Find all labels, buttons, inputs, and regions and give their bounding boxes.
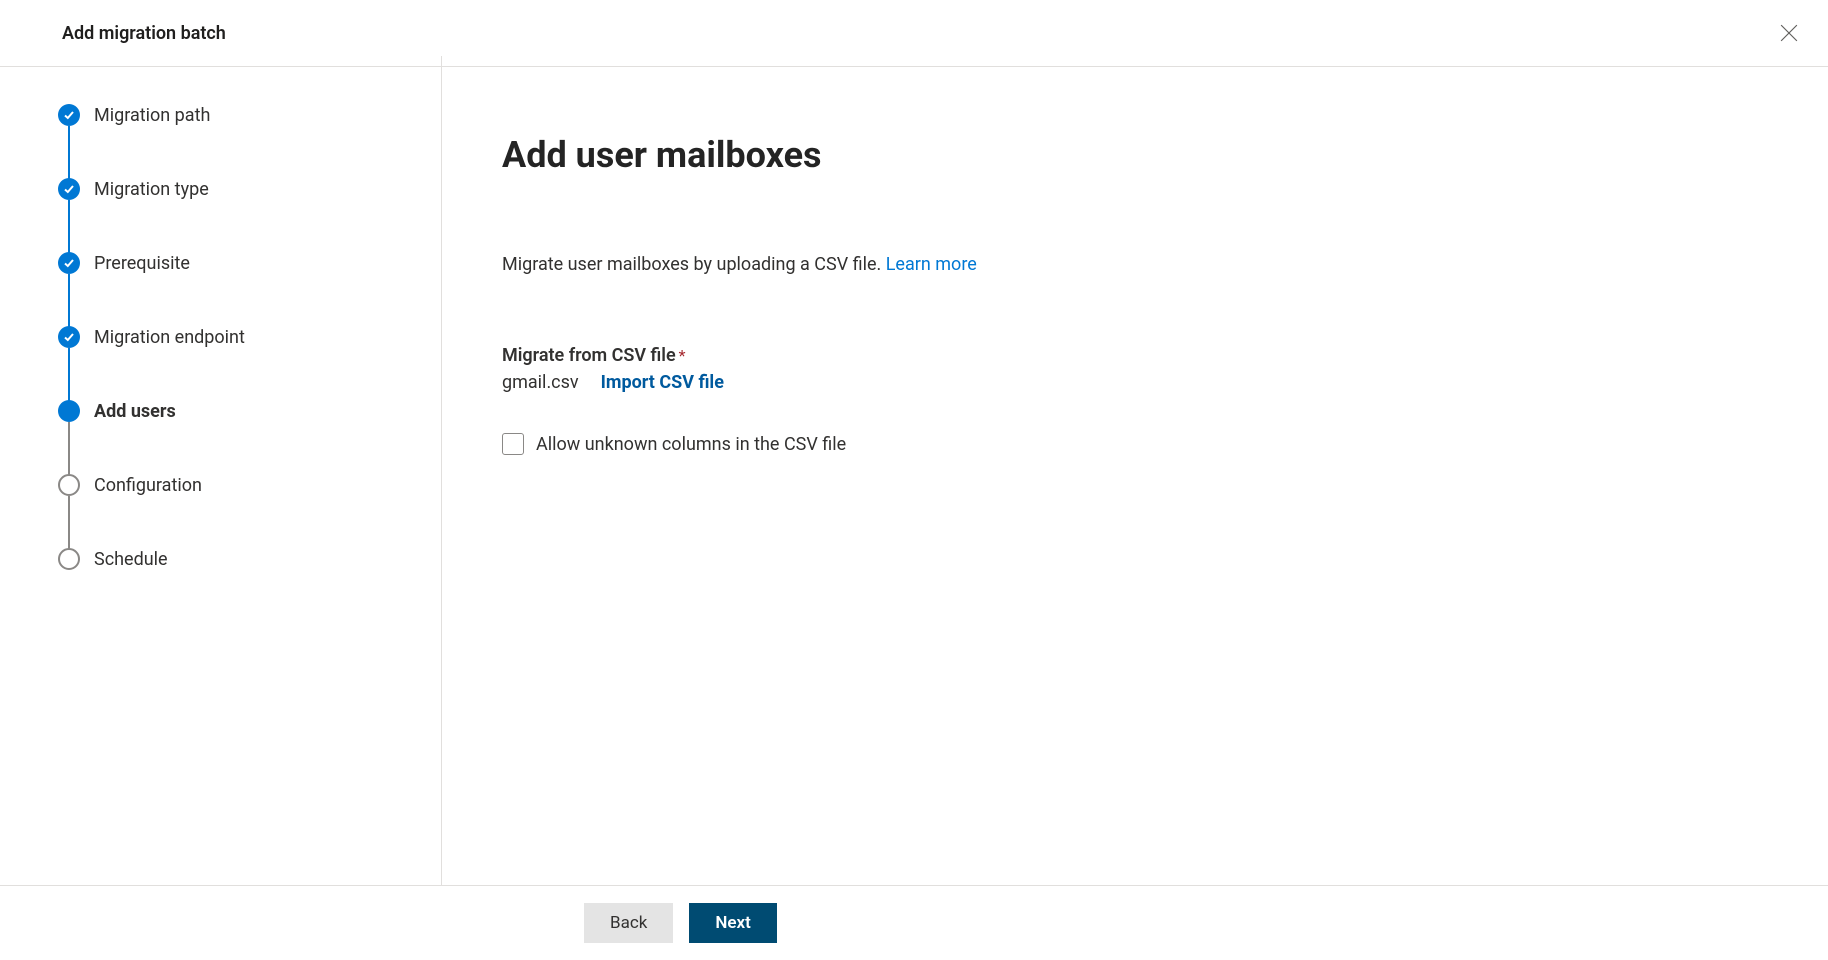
step-label: Migration endpoint xyxy=(94,327,245,348)
step-prerequisite[interactable]: Prerequisite xyxy=(58,252,401,326)
step-add-users[interactable]: Add users xyxy=(58,400,401,474)
step-label: Migration path xyxy=(94,105,210,126)
content-title: Add user mailboxes xyxy=(502,134,1768,176)
step-migration-type[interactable]: Migration type xyxy=(58,178,401,252)
allow-unknown-columns-checkbox[interactable] xyxy=(502,433,524,455)
step-migration-endpoint[interactable]: Migration endpoint xyxy=(58,326,401,400)
step-label: Schedule xyxy=(94,549,168,570)
step-schedule[interactable]: Schedule xyxy=(58,548,401,570)
allow-unknown-columns-label: Allow unknown columns in the CSV file xyxy=(536,434,846,455)
step-label: Prerequisite xyxy=(94,253,190,274)
wizard-body: Migration path Migration type Prerequisi… xyxy=(0,56,1828,886)
csv-file-name: gmail.csv xyxy=(502,372,579,393)
csv-field-label: Migrate from CSV file xyxy=(502,345,676,366)
step-list: Migration path Migration type Prerequisi… xyxy=(58,104,401,570)
next-button[interactable]: Next xyxy=(689,903,777,943)
step-configuration[interactable]: Configuration xyxy=(58,474,401,548)
description-text: Migrate user mailboxes by uploading a CS… xyxy=(502,254,886,275)
back-button[interactable]: Back xyxy=(584,903,673,943)
checkmark-icon xyxy=(58,326,80,348)
close-icon xyxy=(1780,24,1798,42)
learn-more-link[interactable]: Learn more xyxy=(886,254,977,275)
wizard-content: Add user mailboxes Migrate user mailboxe… xyxy=(442,56,1828,885)
step-label: Configuration xyxy=(94,475,202,496)
step-label: Migration type xyxy=(94,179,209,200)
import-csv-button[interactable]: Import CSV file xyxy=(601,372,724,393)
step-migration-path[interactable]: Migration path xyxy=(58,104,401,178)
wizard-title: Add migration batch xyxy=(62,23,226,44)
close-button[interactable] xyxy=(1774,18,1804,48)
checkmark-icon xyxy=(58,252,80,274)
pending-step-circle-icon xyxy=(58,474,80,496)
pending-step-circle-icon xyxy=(58,548,80,570)
checkmark-icon xyxy=(58,104,80,126)
step-sidebar: Migration path Migration type Prerequisi… xyxy=(0,56,442,885)
content-description: Migrate user mailboxes by uploading a CS… xyxy=(502,254,1768,275)
step-label: Add users xyxy=(94,401,176,422)
csv-field-group: Migrate from CSV file* gmail.csv Import … xyxy=(502,345,1768,393)
allow-unknown-columns-row: Allow unknown columns in the CSV file xyxy=(502,433,1768,455)
required-asterisk-icon: * xyxy=(679,346,686,365)
wizard-footer: Back Next xyxy=(0,886,1828,960)
csv-file-row: gmail.csv Import CSV file xyxy=(502,372,1768,393)
current-step-dot-icon xyxy=(58,400,80,422)
csv-field-label-row: Migrate from CSV file* xyxy=(502,345,1768,366)
checkmark-icon xyxy=(58,178,80,200)
